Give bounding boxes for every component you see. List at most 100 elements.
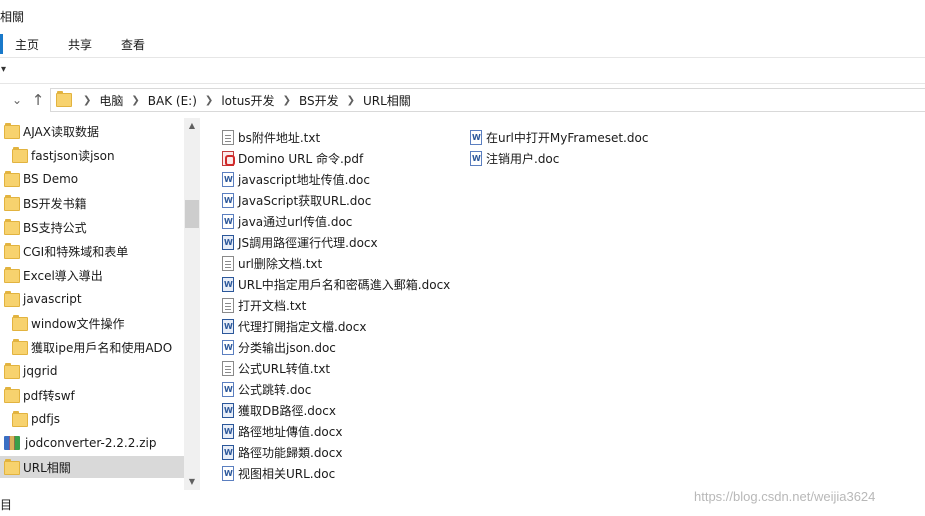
chevron-right-icon[interactable]: ❯ [347, 95, 355, 106]
chevron-right-icon[interactable]: ❯ [83, 95, 91, 106]
file-item[interactable]: 视图相关URL.doc [222, 463, 335, 484]
word-docx-icon [222, 424, 234, 439]
word-docx-icon [222, 319, 234, 334]
file-item[interactable]: 公式URL转值.txt [222, 358, 330, 379]
file-item[interactable]: 路徑地址傳值.docx [222, 421, 342, 442]
nav-tree-item[interactable]: BS开发书籍 [0, 192, 184, 214]
breadcrumb-bs[interactable]: BS开发 [299, 92, 339, 109]
nav-tree-item[interactable]: fastjson读json [0, 144, 184, 166]
text-file-icon [222, 256, 234, 271]
nav-tree-item[interactable]: Excel導入導出 [0, 264, 184, 286]
title-bar: 相關 [0, 0, 925, 30]
file-name: 分类输出json.doc [238, 341, 336, 355]
nav-tree-item-label: BS Demo [23, 172, 79, 186]
file-item[interactable]: 路徑功能歸類.docx [222, 442, 342, 463]
pdf-file-icon [222, 151, 235, 166]
file-item[interactable]: URL中指定用戶名和密碼進入郵箱.docx [222, 274, 450, 295]
nav-tree-item[interactable]: CGI和特殊域和表单 [0, 240, 184, 262]
breadcrumb-lotus[interactable]: lotus开发 [221, 92, 274, 109]
file-item[interactable]: Domino URL 命令.pdf [222, 148, 363, 169]
folder-icon [4, 363, 20, 379]
chevron-right-icon[interactable]: ❯ [205, 95, 213, 106]
nav-tree-item-label: URL相關 [23, 460, 71, 475]
file-item[interactable]: 注销用户.doc [470, 148, 559, 169]
recent-locations-icon[interactable]: ⌄ [8, 90, 26, 110]
nav-tree-item[interactable]: window文件操作 [0, 312, 184, 334]
text-file-icon [222, 130, 234, 145]
folder-icon [4, 219, 20, 235]
file-name: 路徑功能歸類.docx [238, 446, 343, 460]
file-item[interactable]: url删除文档.txt [222, 253, 322, 274]
scroll-up-icon[interactable]: ▲ [184, 118, 200, 134]
file-item[interactable]: JavaScript获取URL.doc [222, 190, 371, 211]
nav-tree-item-label: AJAX读取数据 [23, 124, 99, 139]
file-item[interactable]: javascript地址传值.doc [222, 169, 370, 190]
file-name: 公式跳转.doc [238, 383, 312, 397]
folder-icon [12, 339, 28, 355]
file-item[interactable]: 在url中打开MyFrameset.doc [470, 127, 648, 148]
scroll-thumb[interactable] [185, 200, 199, 228]
word-doc-icon [222, 214, 234, 229]
tab-home[interactable]: 主页 [15, 36, 39, 53]
nav-tree-item[interactable]: pdf转swf [0, 384, 184, 406]
nav-tree-item[interactable]: pdfjs [0, 408, 184, 430]
scroll-down-icon[interactable]: ▼ [184, 474, 200, 490]
file-name: 代理打開指定文檔.docx [238, 320, 367, 334]
nav-tree-item[interactable]: jodconverter-2.2.2.zip [0, 432, 184, 454]
folder-icon [4, 459, 20, 475]
nav-tree-item-label: BS开发书籍 [23, 196, 87, 211]
file-tab-edge[interactable] [0, 34, 3, 54]
folder-icon [12, 147, 28, 163]
file-item[interactable]: bs附件地址.txt [222, 127, 320, 148]
file-name: url删除文档.txt [238, 257, 323, 271]
word-docx-icon [222, 235, 234, 250]
folder-icon [4, 195, 20, 211]
breadcrumb-url[interactable]: URL相關 [363, 92, 411, 109]
nav-tree-item-label: pdf转swf [23, 388, 75, 403]
up-arrow-icon[interactable]: ↑ [29, 90, 47, 110]
file-name: 路徑地址傳值.docx [238, 425, 343, 439]
nav-tree-item[interactable]: jqgrid [0, 360, 184, 382]
text-file-icon [222, 361, 234, 376]
nav-tree-item-label: fastjson读json [31, 148, 115, 163]
ribbon-toggle-bar: ▾ [0, 62, 925, 84]
file-item[interactable]: java通过url传值.doc [222, 211, 352, 232]
file-item[interactable]: 獲取DB路徑.docx [222, 400, 336, 421]
file-item[interactable]: JS調用路徑運行代理.docx [222, 232, 378, 253]
nav-tree-item[interactable]: BS Demo [0, 168, 184, 190]
folder-icon [12, 315, 28, 331]
tab-view[interactable]: 查看 [121, 36, 145, 53]
file-name: 公式URL转值.txt [238, 362, 331, 376]
tab-share[interactable]: 共享 [68, 36, 92, 53]
breadcrumb: ❯ 电脑 ❯ BAK (E:) ❯ lotus开发 ❯ BS开发 ❯ URL相關 [75, 92, 411, 109]
file-item[interactable]: 公式跳转.doc [222, 379, 311, 400]
nav-tree-item[interactable]: AJAX读取数据 [0, 120, 184, 142]
nav-tree-item[interactable]: 獲取ipe用戶名和使用ADO [0, 336, 184, 358]
breadcrumb-drive[interactable]: BAK (E:) [148, 94, 197, 108]
folder-icon [4, 267, 20, 283]
word-docx-icon [222, 277, 234, 292]
navigation-scrollbar[interactable]: ▲ ▼ [184, 118, 200, 490]
watermark-text: https://blog.csdn.net/weijia3624 [694, 489, 876, 504]
word-doc-icon [222, 466, 234, 481]
file-name: JS調用路徑運行代理.docx [238, 236, 378, 250]
file-item[interactable]: 代理打開指定文檔.docx [222, 316, 366, 337]
nav-tree-item[interactable]: URL相關 [0, 456, 184, 478]
file-name: 在url中打开MyFrameset.doc [486, 131, 649, 145]
chevron-right-icon[interactable]: ❯ [283, 95, 291, 106]
file-item[interactable]: 打开文档.txt [222, 295, 306, 316]
navigation-pane: AJAX读取数据 fastjson读json BS Demo BS开发书籍 BS支持公式… [0, 118, 184, 490]
chevron-right-icon[interactable]: ❯ [131, 95, 139, 106]
nav-tree-item[interactable]: javascript [0, 288, 184, 310]
status-text: 目 [0, 498, 13, 512]
folder-icon [4, 171, 20, 187]
file-item[interactable]: 分类输出json.doc [222, 337, 336, 358]
breadcrumb-computer[interactable]: 电脑 [99, 92, 123, 109]
word-docx-icon [222, 445, 234, 460]
nav-tree-item-label: jodconverter-2.2.2.zip [25, 436, 157, 450]
expand-ribbon-icon[interactable]: ▾ [1, 64, 6, 75]
nav-tree-item[interactable]: BS支持公式 [0, 216, 184, 238]
address-bar[interactable]: ❯ 电脑 ❯ BAK (E:) ❯ lotus开发 ❯ BS开发 ❯ URL相關 [50, 88, 925, 112]
file-name: Domino URL 命令.pdf [238, 152, 364, 166]
nav-tree-item-label: CGI和特殊域和表单 [23, 244, 129, 259]
